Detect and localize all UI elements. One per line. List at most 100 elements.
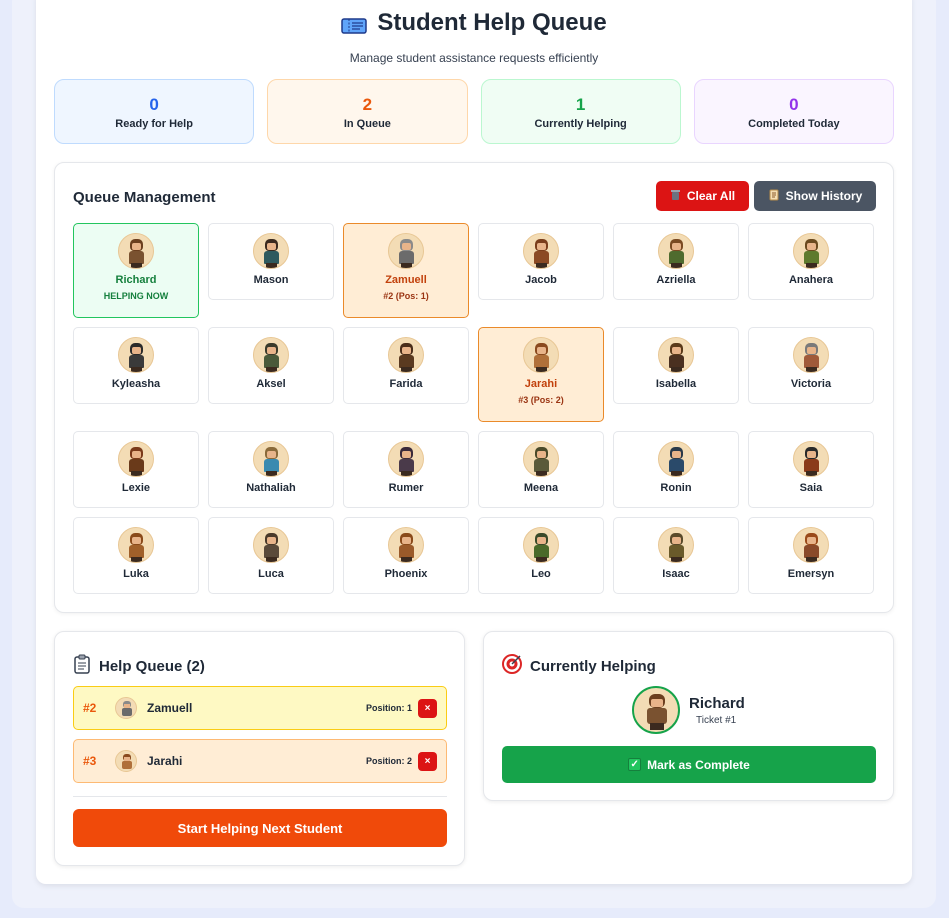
queue-position: Position: 1 <box>365 703 412 713</box>
avatar <box>793 441 829 477</box>
student-name: Phoenix <box>384 568 428 580</box>
student-card[interactable]: Nathaliah <box>208 431 334 508</box>
student-name: Isabella <box>655 378 697 390</box>
queue-item: #2 Zamuell Position: 1 × <box>73 686 447 730</box>
queue-position: Position: 2 <box>365 756 412 766</box>
student-card[interactable]: Leo <box>478 517 604 594</box>
student-card[interactable]: Victoria <box>748 327 874 404</box>
student-card[interactable]: Kyleasha <box>73 327 199 404</box>
avatar <box>388 441 424 477</box>
stat-completed: 0 Completed Today <box>693 79 894 144</box>
student-card[interactable]: Isaac <box>613 517 739 594</box>
student-card[interactable]: Lexie <box>73 431 199 508</box>
student-card[interactable]: Azriella <box>613 223 739 300</box>
clipboard-icon <box>73 654 91 678</box>
student-card[interactable]: Anahera <box>748 223 874 300</box>
trash-icon <box>670 189 681 204</box>
page-subtitle: Manage student assistance requests effic… <box>349 51 599 65</box>
start-helping-next-button[interactable]: Start Helping Next Student <box>73 809 447 847</box>
queue-ticket: #3 <box>83 754 97 768</box>
avatar <box>523 441 559 477</box>
student-name: Aksel <box>256 378 286 390</box>
student-card[interactable]: Zamuell #2 (Pos: 1) <box>343 223 469 318</box>
header: Student Help Queue Manage student assist… <box>36 8 912 65</box>
avatar <box>253 441 289 477</box>
student-card[interactable]: Emersyn <box>748 517 874 594</box>
queue-management-panel: Queue Management Clear All Show History … <box>54 162 894 613</box>
queue-ticket: #2 <box>83 701 97 715</box>
avatar <box>388 233 424 269</box>
currently-helping-panel: Currently Helping Richard Ticket #1 ✓ Ma… <box>483 631 894 801</box>
help-queue-title: Help Queue (2) <box>73 654 205 678</box>
student-status: #3 (Pos: 2) <box>518 395 564 405</box>
avatar <box>115 697 137 719</box>
student-card[interactable]: Mason <box>208 223 334 300</box>
student-card[interactable]: Luka <box>73 517 199 594</box>
queue-item: #3 Jarahi Position: 2 × <box>73 739 447 783</box>
student-card[interactable]: Phoenix <box>343 517 469 594</box>
student-card[interactable]: Meena <box>478 431 604 508</box>
avatar <box>658 441 694 477</box>
student-name: Emersyn <box>787 568 835 580</box>
show-history-button[interactable]: Show History <box>754 181 876 211</box>
divider <box>73 796 447 797</box>
student-name: Isaac <box>662 568 690 580</box>
stat-value: 2 <box>362 95 373 114</box>
mark-complete-button[interactable]: ✓ Mark as Complete <box>502 746 876 783</box>
stat-value: 0 <box>149 95 159 114</box>
avatar <box>658 337 694 373</box>
student-name: Luka <box>123 568 149 580</box>
avatar <box>523 337 559 373</box>
clear-all-label: Clear All <box>686 189 736 203</box>
student-name: Nathaliah <box>246 482 296 494</box>
student-card[interactable]: Isabella <box>613 327 739 404</box>
currently-helping-title: Currently Helping <box>502 654 656 678</box>
check-icon: ✓ <box>628 758 642 771</box>
student-name: Lexie <box>121 482 151 494</box>
student-card[interactable]: Jarahi #3 (Pos: 2) <box>478 327 604 422</box>
student-status: HELPING NOW <box>103 291 169 301</box>
help-queue-panel: Help Queue (2) #2 Zamuell Position: 1 × … <box>54 631 465 866</box>
avatar <box>388 527 424 563</box>
student-card[interactable]: Richard HELPING NOW <box>73 223 199 318</box>
stats-row: 0 Ready for Help 2 In Queue 1 Currently … <box>54 79 894 144</box>
remove-button[interactable]: × <box>418 698 437 718</box>
student-name: Victoria <box>790 378 832 390</box>
queue-name: Jarahi <box>147 754 183 768</box>
student-name: Kyleasha <box>111 378 161 390</box>
stat-label: Ready for Help <box>115 118 193 130</box>
stat-label: Completed Today <box>748 118 840 130</box>
student-name: Rumer <box>388 482 424 494</box>
clear-all-button[interactable]: Clear All <box>656 181 749 211</box>
avatar <box>118 233 154 269</box>
student-card[interactable]: Ronin <box>613 431 739 508</box>
stat-ready: 0 Ready for Help <box>54 79 255 144</box>
mark-complete-label: Mark as Complete <box>647 757 750 772</box>
avatar <box>253 233 289 269</box>
student-card[interactable]: Luca <box>208 517 334 594</box>
stat-label: Currently Helping <box>534 118 627 130</box>
student-status: #2 (Pos: 1) <box>383 291 429 301</box>
avatar <box>253 527 289 563</box>
scroll-icon <box>768 189 780 204</box>
ticket-icon <box>341 14 368 34</box>
queue-management-title: Queue Management <box>73 189 216 206</box>
student-name: Luca <box>258 568 284 580</box>
avatar <box>658 527 694 563</box>
avatar <box>632 686 680 734</box>
student-card[interactable]: Farida <box>343 327 469 404</box>
avatar <box>118 337 154 373</box>
remove-button[interactable]: × <box>418 751 437 771</box>
student-card[interactable]: Saia <box>748 431 874 508</box>
queue-name: Zamuell <box>147 701 193 715</box>
student-name: Meena <box>523 482 559 494</box>
student-card[interactable]: Aksel <box>208 327 334 404</box>
avatar <box>793 337 829 373</box>
target-icon <box>502 654 522 678</box>
student-name: Mason <box>253 274 289 286</box>
student-name: Zamuell <box>385 274 427 286</box>
page-title: Student Help Queue <box>36 8 912 38</box>
student-card[interactable]: Rumer <box>343 431 469 508</box>
stat-label: In Queue <box>343 118 391 130</box>
student-card[interactable]: Jacob <box>478 223 604 300</box>
